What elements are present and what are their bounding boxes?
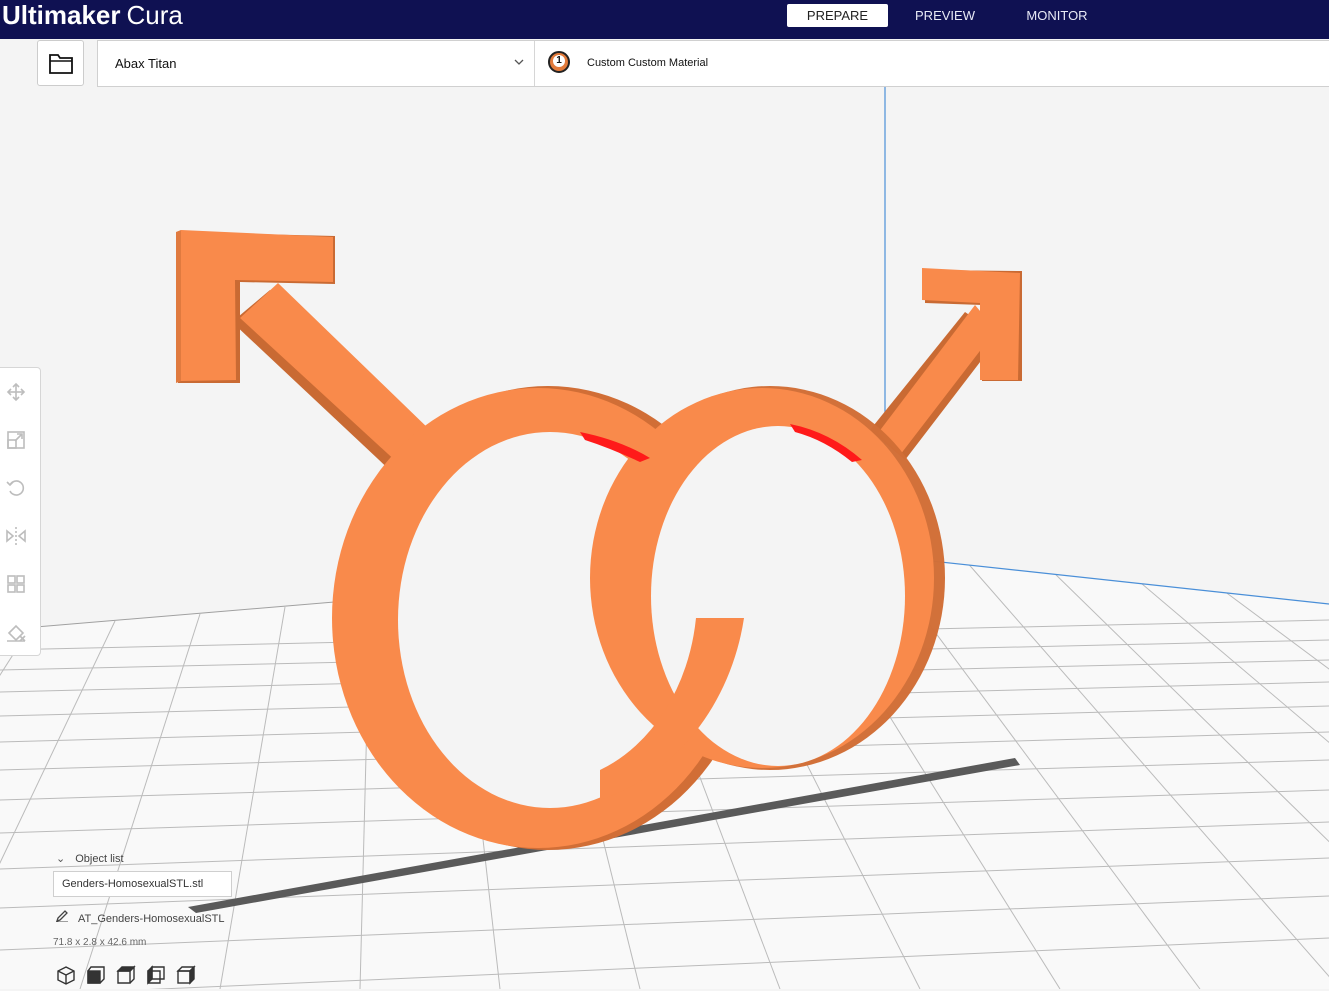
scale-tool-button[interactable] [5,429,27,451]
view-right-button[interactable] [175,964,197,986]
support-blocker-button[interactable] [5,621,27,643]
view-right-icon [176,965,196,985]
move-tool-button[interactable] [5,381,27,403]
view-top-icon [116,965,136,984]
rotate-tool-button[interactable] [5,477,27,499]
chevron-down-icon: ⌄ [56,853,66,865]
tab-preview[interactable]: PREVIEW [905,4,985,27]
view-3d-icon [57,966,75,985]
rotate-icon [6,480,25,496]
view-top-button[interactable] [115,964,137,986]
chevron-down-icon [514,59,524,65]
mirror-tool-button[interactable] [5,525,27,547]
printer-selector[interactable]: Abax Titan [98,41,535,86]
app-logo: Ultimaker Cura [2,0,183,30]
view-front-icon [87,966,105,984]
tool-panel [0,367,41,656]
mirror-icon [6,527,26,545]
scale-icon [7,431,25,449]
build-volume-viewport[interactable] [0,87,1329,989]
per-model-settings-icon [7,575,25,593]
logo-light-text: Cura [126,0,183,30]
extruder-number: 1 [553,55,565,67]
printer-material-bar: Abax Titan 1 Custom Custom Material [97,40,1329,87]
view-left-icon [147,965,165,985]
folder-icon [49,54,73,74]
job-name: AT_Genders-HomosexualSTL [78,913,225,925]
logo-bold-text: Ultimaker [2,0,121,30]
view-left-button[interactable] [145,964,167,986]
object-list-label: Object list [75,853,124,865]
open-file-button[interactable] [37,40,84,86]
tab-monitor[interactable]: MONITOR [1015,4,1099,27]
material-name[interactable]: Custom Custom Material [587,57,708,69]
support-blocker-icon [7,624,26,642]
tab-prepare[interactable]: PREPARE [787,4,888,27]
extruder-badge[interactable]: 1 [548,51,570,73]
printer-name: Abax Titan [115,56,177,71]
object-list-item[interactable]: Genders-HomosexualSTL.stl [53,871,232,897]
header-bar: Ultimaker Cura PREPARE PREVIEW MONITOR [0,0,1329,39]
pencil-icon [56,910,68,922]
model-dimensions: 71.8 x 2.8 x 42.6 mm [53,937,147,948]
view-front-button[interactable] [85,964,107,986]
move-icon [6,382,26,402]
per-model-settings-button[interactable] [5,573,27,595]
view-3d-button[interactable] [55,964,77,986]
object-list-toggle[interactable]: ⌄ Object list [56,852,124,865]
job-name-row[interactable]: AT_Genders-HomosexualSTL [56,910,225,925]
